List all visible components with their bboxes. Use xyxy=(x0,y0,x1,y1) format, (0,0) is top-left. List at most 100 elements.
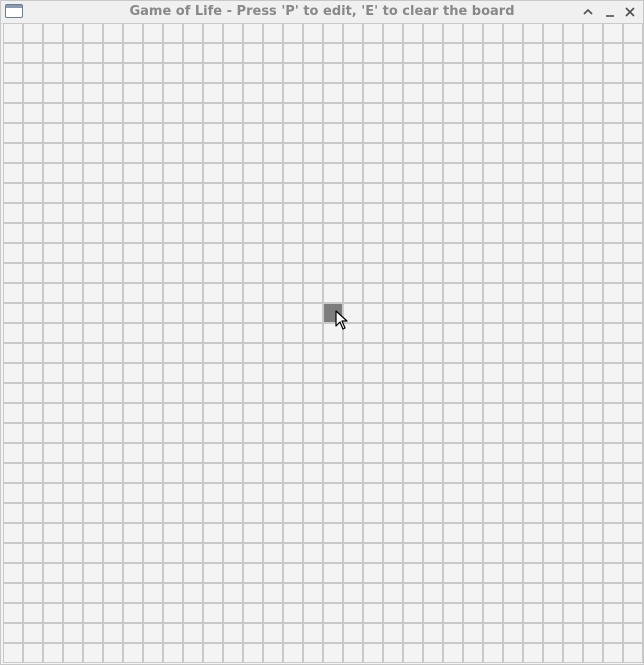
board-cell[interactable] xyxy=(303,163,323,183)
board-cell[interactable] xyxy=(523,343,543,363)
board-cell[interactable] xyxy=(283,223,303,243)
board-cell[interactable] xyxy=(563,643,583,663)
board-cell[interactable] xyxy=(363,443,383,463)
board-cell[interactable] xyxy=(483,123,503,143)
board-cell[interactable] xyxy=(83,323,103,343)
board-cell[interactable] xyxy=(443,323,463,343)
board-cell[interactable] xyxy=(3,23,23,43)
board-cell[interactable] xyxy=(243,523,263,543)
life-board[interactable] xyxy=(3,23,643,663)
board-cell[interactable] xyxy=(443,243,463,263)
board-cell[interactable] xyxy=(43,523,63,543)
board-cell[interactable] xyxy=(343,163,363,183)
board-cell[interactable] xyxy=(3,103,23,123)
board-cell[interactable] xyxy=(503,43,523,63)
board-cell[interactable] xyxy=(23,463,43,483)
board-cell[interactable] xyxy=(523,583,543,603)
board-cell[interactable] xyxy=(223,503,243,523)
board-cell[interactable] xyxy=(623,383,643,403)
board-cell[interactable] xyxy=(523,503,543,523)
board-cell[interactable] xyxy=(343,83,363,103)
board-cell[interactable] xyxy=(263,103,283,123)
board-cell[interactable] xyxy=(243,443,263,463)
board-cell[interactable] xyxy=(243,483,263,503)
board-cell[interactable] xyxy=(503,363,523,383)
board-cell[interactable] xyxy=(223,243,243,263)
board-cell[interactable] xyxy=(603,43,623,63)
board-cell[interactable] xyxy=(463,203,483,223)
board-cell[interactable] xyxy=(403,103,423,123)
board-cell[interactable] xyxy=(3,363,23,383)
board-cell[interactable] xyxy=(223,163,243,183)
board-cell[interactable] xyxy=(3,323,23,343)
board-cell[interactable] xyxy=(223,43,243,63)
board-cell[interactable] xyxy=(583,443,603,463)
board-cell[interactable] xyxy=(503,543,523,563)
board-cell[interactable] xyxy=(223,463,243,483)
board-cell[interactable] xyxy=(503,303,523,323)
board-cell[interactable] xyxy=(83,103,103,123)
board-cell[interactable] xyxy=(603,563,623,583)
board-cell[interactable] xyxy=(223,343,243,363)
board-cell[interactable] xyxy=(543,583,563,603)
board-cell[interactable] xyxy=(143,403,163,423)
board-cell[interactable] xyxy=(23,363,43,383)
board-cell[interactable] xyxy=(183,563,203,583)
board-cell[interactable] xyxy=(363,463,383,483)
board-cell[interactable] xyxy=(263,303,283,323)
board-cell[interactable] xyxy=(163,223,183,243)
board-cell[interactable] xyxy=(43,343,63,363)
board-cell[interactable] xyxy=(143,23,163,43)
board-cell[interactable] xyxy=(623,363,643,383)
board-cell[interactable] xyxy=(123,463,143,483)
board-cell[interactable] xyxy=(563,283,583,303)
board-cell[interactable] xyxy=(343,63,363,83)
board-cell[interactable] xyxy=(123,183,143,203)
board-cell[interactable] xyxy=(83,643,103,663)
board-cell[interactable] xyxy=(443,123,463,143)
board-cell[interactable] xyxy=(43,43,63,63)
board-cell[interactable] xyxy=(223,363,243,383)
board-cell[interactable] xyxy=(143,223,163,243)
board-cell[interactable] xyxy=(143,623,163,643)
board-cell[interactable] xyxy=(83,123,103,143)
board-cell[interactable] xyxy=(523,223,543,243)
board-cell[interactable] xyxy=(463,503,483,523)
board-cell[interactable] xyxy=(403,363,423,383)
board-cell[interactable] xyxy=(63,223,83,243)
board-cell[interactable] xyxy=(383,23,403,43)
board-cell[interactable] xyxy=(263,403,283,423)
board-cell[interactable] xyxy=(3,523,23,543)
board-cell[interactable] xyxy=(223,143,243,163)
board-cell[interactable] xyxy=(103,523,123,543)
board-cell[interactable] xyxy=(583,583,603,603)
board-cell[interactable] xyxy=(103,503,123,523)
board-cell[interactable] xyxy=(503,103,523,123)
board-cell[interactable] xyxy=(103,143,123,163)
board-cell[interactable] xyxy=(403,263,423,283)
board-cell[interactable] xyxy=(603,103,623,123)
board-cell[interactable] xyxy=(583,463,603,483)
board-cell[interactable] xyxy=(123,43,143,63)
board-cell[interactable] xyxy=(143,103,163,123)
board-cell[interactable] xyxy=(23,443,43,463)
board-cell[interactable] xyxy=(523,423,543,443)
board-cell[interactable] xyxy=(443,63,463,83)
board-cell[interactable] xyxy=(363,523,383,543)
board-cell[interactable] xyxy=(363,143,383,163)
board-cell[interactable] xyxy=(43,223,63,243)
board-cell[interactable] xyxy=(583,143,603,163)
board-cell[interactable] xyxy=(283,283,303,303)
board-cell[interactable] xyxy=(603,283,623,303)
board-cell[interactable] xyxy=(103,103,123,123)
board-cell[interactable] xyxy=(423,583,443,603)
board-cell[interactable] xyxy=(43,563,63,583)
board-cell[interactable] xyxy=(443,523,463,543)
board-cell[interactable] xyxy=(463,563,483,583)
board-cell[interactable] xyxy=(363,323,383,343)
board-cell[interactable] xyxy=(143,163,163,183)
board-cell[interactable] xyxy=(563,23,583,43)
board-cell[interactable] xyxy=(363,643,383,663)
board-cell[interactable] xyxy=(303,503,323,523)
board-cell[interactable] xyxy=(163,383,183,403)
